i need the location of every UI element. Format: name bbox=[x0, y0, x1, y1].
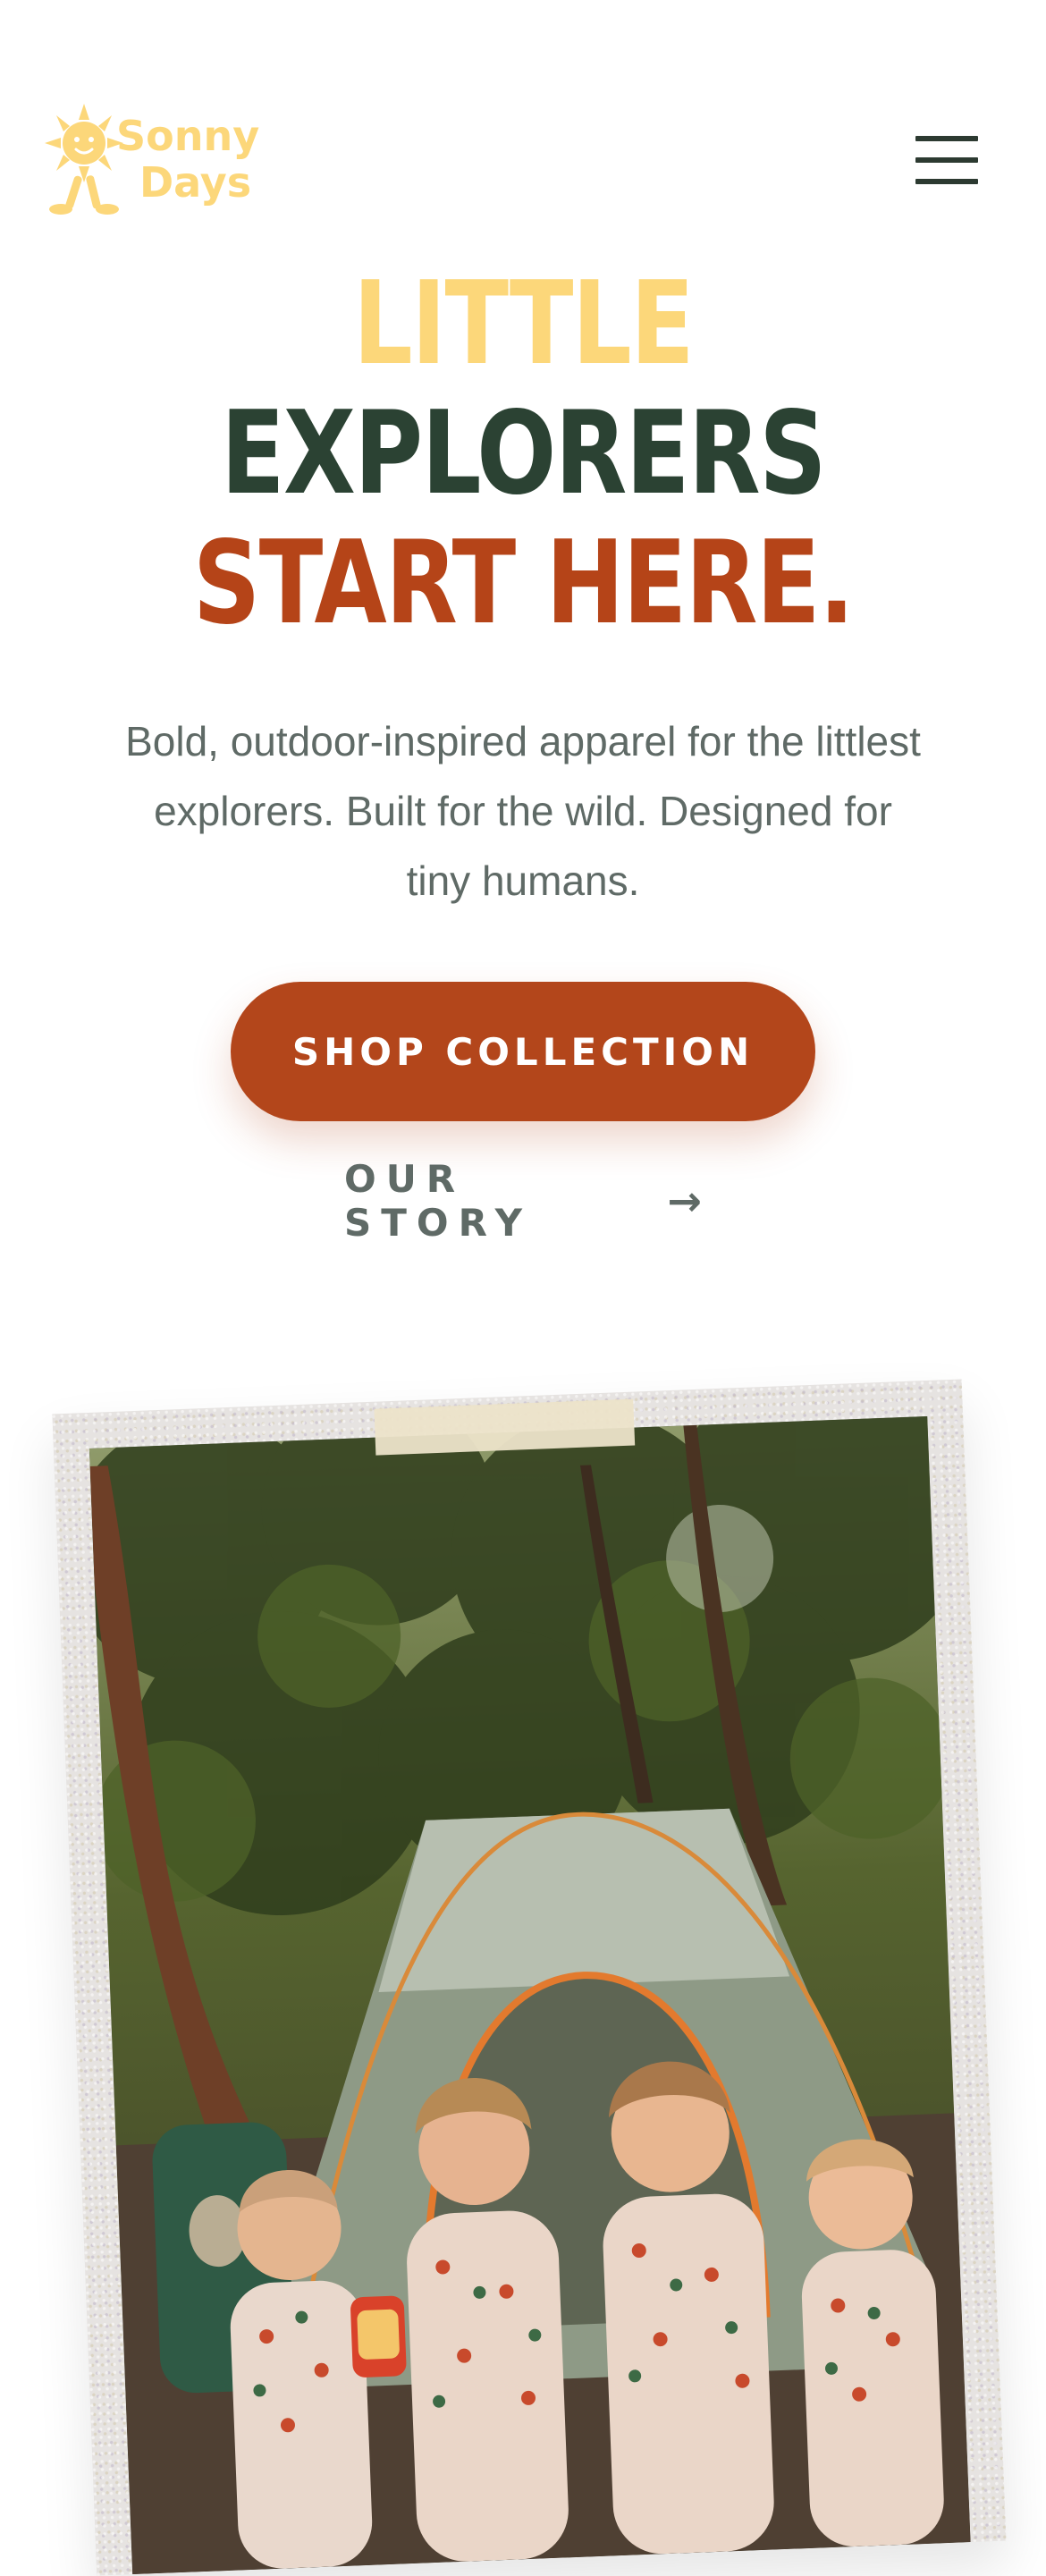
menu-bar bbox=[915, 179, 978, 184]
headline-line-start-here: START HERE. bbox=[192, 517, 855, 650]
camping-scene-illustration bbox=[89, 1415, 971, 2575]
headline-line-explorers: EXPLORERS bbox=[220, 387, 827, 520]
logo-text-sonny: Sonny bbox=[116, 112, 259, 160]
hero-headline: LITTLE EXPLORERS START HERE. bbox=[94, 259, 951, 648]
headline-line-little: LITTLE bbox=[352, 258, 695, 391]
photo-tape bbox=[374, 1398, 636, 1456]
family-camping-photo bbox=[89, 1415, 971, 2575]
logo-text-days: Days bbox=[139, 158, 251, 207]
arrow-right-icon: → bbox=[667, 1177, 702, 1225]
our-story-label: OUR STORY bbox=[344, 1157, 533, 1245]
hamburger-menu-icon[interactable] bbox=[905, 127, 980, 195]
shop-collection-button[interactable]: SHOP COLLECTION bbox=[231, 982, 815, 1121]
shop-collection-label: SHOP COLLECTION bbox=[291, 1029, 755, 1074]
hero-description: Bold, outdoor-inspired apparel for the l… bbox=[125, 718, 921, 904]
menu-bar bbox=[915, 157, 978, 163]
brand-logo[interactable]: Sonny Days bbox=[39, 100, 263, 216]
menu-bar bbox=[915, 136, 978, 141]
photo-card bbox=[52, 1379, 1007, 2576]
our-story-link[interactable]: OUR STORY → bbox=[344, 1157, 702, 1245]
sun-mascot-icon: Sonny Days bbox=[45, 104, 259, 215]
